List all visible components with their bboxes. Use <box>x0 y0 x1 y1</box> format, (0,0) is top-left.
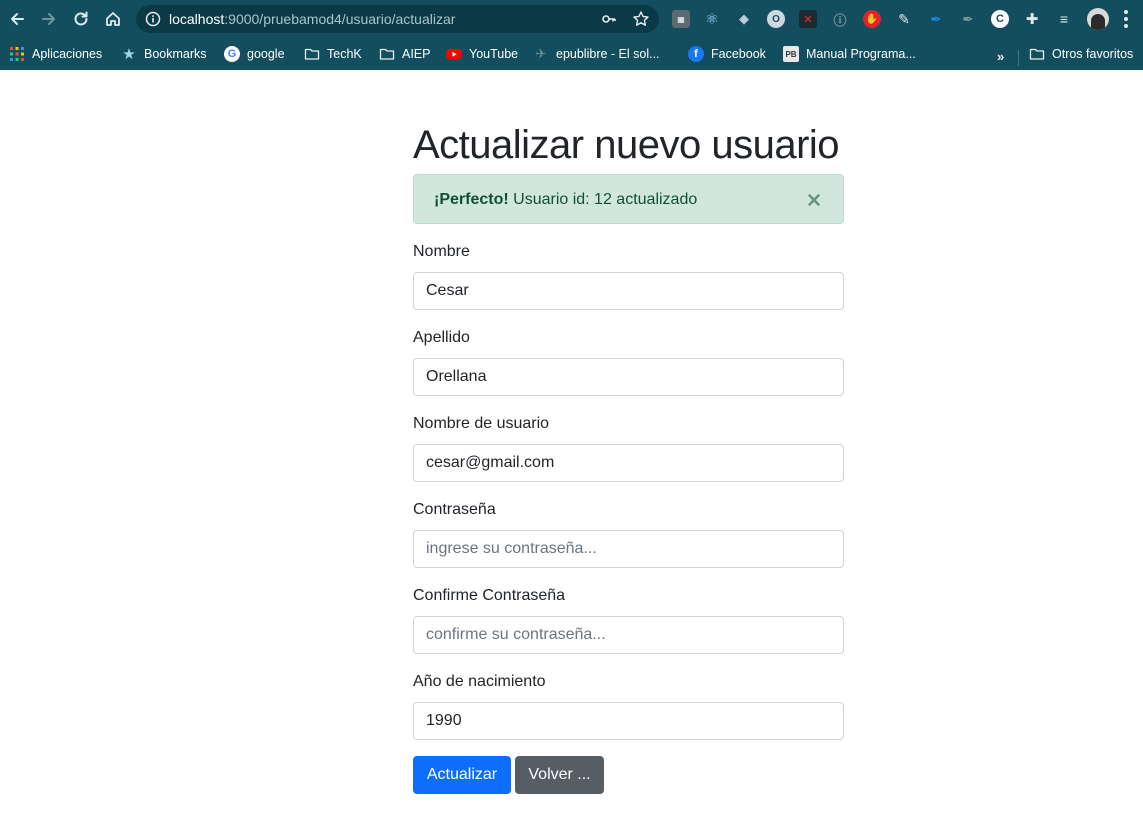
google-icon: G <box>224 46 240 62</box>
bookmark-aiep[interactable]: AIEP <box>379 44 431 64</box>
extension-stop-hand-icon[interactable]: ✋ <box>863 10 881 28</box>
bookmark-manual-programa[interactable]: PB Manual Programa... <box>783 44 916 64</box>
bookmark-label: TechK <box>327 47 362 61</box>
star-icon: ★ <box>122 46 136 63</box>
actualizar-button[interactable]: Actualizar <box>413 756 511 794</box>
confirm-password-input[interactable] <box>413 616 844 654</box>
bookmark-label: google <box>247 47 285 61</box>
password-input[interactable] <box>413 530 844 568</box>
url-text: localhost:9000/pruebamod4/usuario/actual… <box>169 11 455 27</box>
browser-chrome: localhost:9000/pruebamod4/usuario/actual… <box>0 0 1143 70</box>
bookmarks-bar: Aplicaciones ★ Bookmarks G google TechK … <box>0 38 1143 70</box>
folder-icon <box>304 46 320 62</box>
update-user-form-container: Actualizar nuevo usuario ¡Perfecto! Usua… <box>413 122 844 794</box>
bookmark-epublibre[interactable]: ✈ epublibre - El sol... <box>533 44 660 64</box>
browser-toolbar: localhost:9000/pruebamod4/usuario/actual… <box>0 0 1143 38</box>
bookmark-label: Aplicaciones <box>32 47 103 61</box>
epublibre-icon: ✈ <box>535 46 547 61</box>
bookmark-facebook[interactable]: f Facebook <box>688 44 766 64</box>
extension-info-icon[interactable]: ⓘ <box>831 10 849 28</box>
bookmark-star-icon[interactable] <box>632 10 650 28</box>
birth-year-input[interactable] <box>413 702 844 740</box>
bookmark-aplicaciones[interactable]: Aplicaciones <box>9 44 102 64</box>
bookmark-label: Bookmarks <box>144 47 207 61</box>
birth-year-label: Año de nacimiento <box>413 673 546 690</box>
home-icon <box>106 12 120 26</box>
apellido-label: Apellido <box>413 329 470 346</box>
apellido-input[interactable] <box>413 358 844 396</box>
url-host: localhost <box>169 11 225 27</box>
bookmark-bookmarks[interactable]: ★ Bookmarks <box>121 44 207 64</box>
username-label: Nombre de usuario <box>413 415 550 432</box>
address-bar[interactable]: localhost:9000/pruebamod4/usuario/actual… <box>136 5 659 33</box>
arrow-left-icon <box>11 13 24 25</box>
volver-button[interactable]: Volver ... <box>515 756 604 794</box>
home-button[interactable] <box>102 8 124 30</box>
confirm-password-label: Confirme Contraseña <box>413 587 566 604</box>
page-title: Actualizar nuevo usuario <box>413 123 840 167</box>
reload-button[interactable] <box>70 8 92 30</box>
extension-x-icon[interactable]: ✕ <box>799 10 817 28</box>
back-button[interactable] <box>6 8 28 30</box>
browser-menu-icon[interactable] <box>1124 10 1128 28</box>
bookmarks-overflow-chevron[interactable]: » <box>997 49 1004 64</box>
username-input[interactable] <box>413 444 844 482</box>
folder-icon <box>1029 46 1045 62</box>
extension-c-icon[interactable]: C <box>991 10 1009 28</box>
extension-dropbox-icon[interactable]: ◆ <box>735 10 753 28</box>
bookmark-otros-favoritos[interactable]: Otros favoritos <box>1029 44 1133 64</box>
profile-avatar[interactable] <box>1087 8 1109 30</box>
key-icon[interactable] <box>601 11 617 27</box>
pb-icon: PB <box>783 46 799 62</box>
info-icon[interactable] <box>145 11 161 27</box>
extension-pen-icon[interactable]: ✎ <box>895 10 913 28</box>
nombre-input[interactable] <box>413 272 844 310</box>
reading-list-icon[interactable]: ≡ <box>1055 10 1073 28</box>
facebook-icon: f <box>688 46 704 62</box>
extensions-puzzle-icon[interactable]: ✚ <box>1023 10 1041 28</box>
nombre-label: Nombre <box>413 243 470 260</box>
bookmark-youtube[interactable]: YouTube <box>446 44 518 64</box>
apps-grid-icon <box>9 46 25 62</box>
bookmark-label: Facebook <box>711 47 766 61</box>
bookmark-label: AIEP <box>402 47 431 61</box>
arrow-right-icon <box>42 13 55 25</box>
bookmark-google[interactable]: G google <box>224 44 285 64</box>
alert-strong: ¡Perfecto! <box>434 191 509 208</box>
bookmark-label: Otros favoritos <box>1052 47 1134 61</box>
extension-feather-gray-icon[interactable]: ✒ <box>959 10 977 28</box>
url-path: :9000/pruebamod4/usuario/actualizar <box>224 11 456 27</box>
bookmark-label: epublibre - El sol... <box>556 47 660 61</box>
extension-circle-icon[interactable]: O <box>767 10 785 28</box>
forward-button[interactable] <box>38 8 60 30</box>
extension-feather-blue-icon[interactable]: ✒ <box>927 10 945 28</box>
alert-text: Usuario id: 12 actualizado <box>508 191 698 208</box>
close-icon[interactable] <box>806 192 822 208</box>
youtube-icon <box>446 46 462 62</box>
folder-icon <box>379 46 395 62</box>
extension-react-icon[interactable]: ⚛ <box>703 10 721 28</box>
password-label: Contraseña <box>413 501 496 518</box>
reload-icon <box>74 11 88 26</box>
alert-message: ¡Perfecto! Usuario id: 12 actualizado <box>434 190 697 210</box>
extension-calendar-icon[interactable]: ▦ <box>672 10 690 28</box>
bookmark-label: YouTube <box>469 47 519 61</box>
bookmark-label: Manual Programa... <box>806 47 916 61</box>
bookmarks-divider <box>1018 50 1019 66</box>
bookmark-techk[interactable]: TechK <box>304 44 362 64</box>
success-alert: ¡Perfecto! Usuario id: 12 actualizado <box>413 174 844 224</box>
